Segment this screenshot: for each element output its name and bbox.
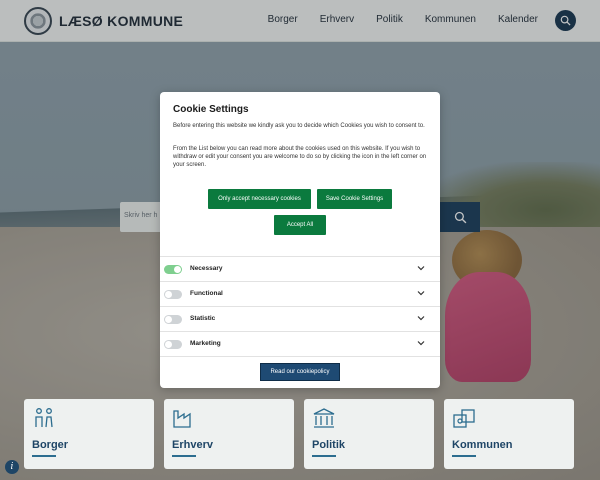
card-underline (452, 455, 476, 457)
category-label: Statistic (190, 315, 216, 322)
chevron-down-icon[interactable] (416, 288, 426, 298)
card-title: Politik (312, 439, 346, 451)
card-borger[interactable]: Borger (24, 399, 154, 469)
cookie-category-statistic[interactable]: Statistic (160, 307, 440, 332)
card-title: Kommunen (452, 439, 513, 451)
cookie-category-functional[interactable]: Functional (160, 282, 440, 307)
cookie-category-marketing[interactable]: Marketing (160, 332, 440, 357)
people-icon (35, 408, 53, 428)
card-underline (312, 455, 336, 457)
chevron-down-icon[interactable] (416, 338, 426, 348)
category-label: Marketing (190, 340, 221, 347)
dialog-title: Cookie Settings (173, 104, 249, 115)
card-erhverv[interactable]: Erhverv (164, 399, 294, 469)
save-settings-button[interactable]: Save Cookie Settings (317, 189, 392, 209)
functional-toggle[interactable] (164, 290, 182, 299)
card-title: Erhverv (172, 439, 213, 451)
card-underline (172, 455, 196, 457)
cookie-settings-dialog: Cookie Settings Before entering this web… (160, 92, 440, 388)
chevron-down-icon[interactable] (416, 263, 426, 273)
town-hall-icon (313, 408, 335, 428)
cookie-info-button[interactable]: i (5, 460, 19, 474)
dialog-intro: Before entering this website we kindly a… (173, 123, 425, 129)
card-title: Borger (32, 439, 69, 451)
category-label: Necessary (190, 265, 223, 272)
factory-icon (173, 410, 191, 428)
statistic-toggle[interactable] (164, 315, 182, 324)
category-cards: Borger Erhverv Politik Kommunen (24, 399, 576, 469)
chevron-down-icon[interactable] (416, 313, 426, 323)
accept-necessary-button[interactable]: Only accept necessary cookies (208, 189, 311, 209)
cookie-category-necessary[interactable]: Necessary (160, 257, 440, 282)
category-label: Functional (190, 290, 223, 297)
necessary-toggle[interactable] (164, 265, 182, 274)
card-kommunen[interactable]: Kommunen (444, 399, 574, 469)
marketing-toggle[interactable] (164, 340, 182, 349)
read-cookie-policy-button[interactable]: Read our cookiepolicy (260, 363, 340, 381)
municipality-icon (453, 409, 475, 428)
card-underline (32, 455, 56, 457)
card-politik[interactable]: Politik (304, 399, 434, 469)
cookie-category-list: Necessary Functional Statistic Marketing (160, 256, 440, 357)
accept-all-button[interactable]: Accept All (274, 215, 326, 235)
dialog-details: From the List below you can read more ab… (173, 146, 427, 168)
